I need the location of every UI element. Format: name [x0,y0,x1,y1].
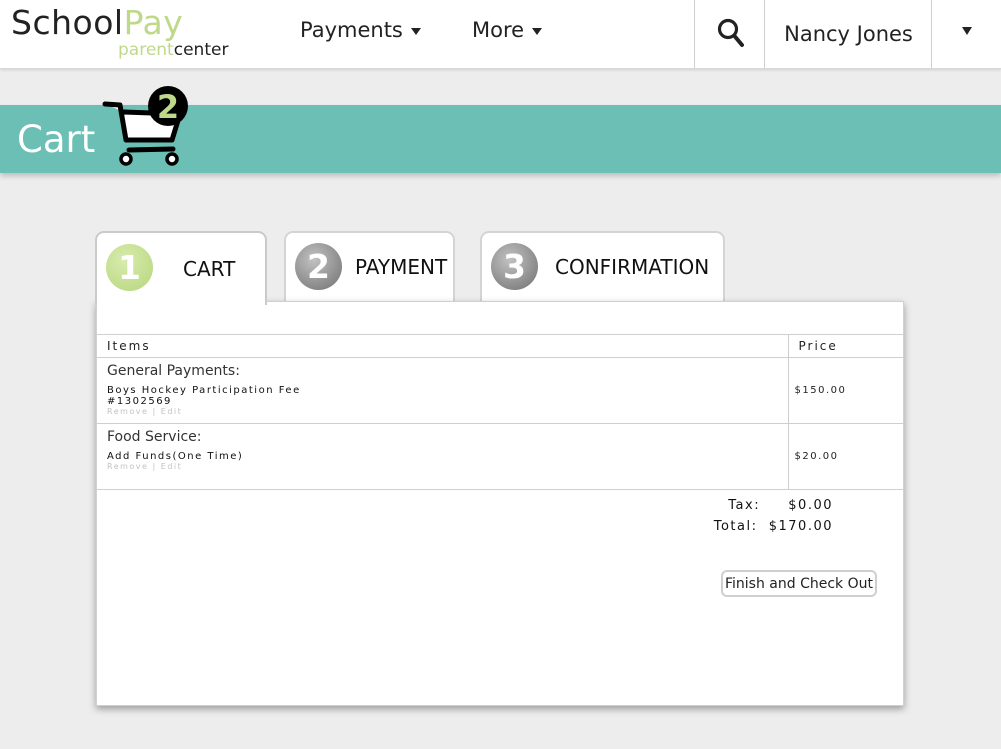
remove-link[interactable]: Remove [107,462,148,471]
link-separator: | [152,462,157,471]
item-description-text: Add Funds(One Time) [107,451,244,462]
tax-value: $0.00 [788,498,833,513]
total-line: Total: $170.00 [714,519,833,534]
tab-cart-label: CART [183,257,236,281]
user-name: Nancy Jones [784,22,913,46]
total-label: Total: [713,519,758,534]
tax-line: Tax: $0.00 [728,498,833,513]
item-reference-number: #1302569 [107,396,172,407]
remove-link[interactable]: Remove [107,407,148,416]
tab-confirmation-label: CONFIRMATION [555,255,710,279]
link-separator: | [152,407,157,416]
edit-link[interactable]: Edit [161,462,183,471]
item-cell: General Payments: Boys Hockey Participat… [97,357,789,424]
table-row: General Payments: Boys Hockey Participat… [97,357,903,424]
user-dropdown-button[interactable] [931,0,1001,68]
nav-more-menu[interactable]: More [472,18,543,42]
logo-subtitle: parentcenter [118,40,228,60]
logo-wordmark: SchoolPay [11,4,183,42]
step-number-badge: 3 [491,243,538,290]
schoolpay-logo[interactable]: SchoolPay parentcenter [11,4,228,61]
item-description: Add Funds(One Time) [107,451,778,462]
nav-payments-label: Payments [300,18,403,42]
tab-payment-label: PAYMENT [355,255,448,279]
nav-more-label: More [472,18,525,42]
user-account-button[interactable]: Nancy Jones [764,0,932,68]
logo-pay-text: Pay [123,3,184,42]
chevron-down-icon [410,27,421,35]
tab-payment[interactable]: 2 PAYMENT [284,231,455,301]
tax-label: Tax: [728,498,761,513]
search-button[interactable] [694,0,765,68]
logo-parent-text: parent [118,40,174,60]
tab-cart[interactable]: 1 CART [95,231,267,305]
cart-count-badge: 2 [157,88,179,126]
item-price: $20.00 [787,423,903,490]
step-number-badge: 2 [295,243,342,290]
table-row: Food Service: Add Funds(One Time) Remove… [97,423,903,490]
tab-confirmation[interactable]: 3 CONFIRMATION [480,231,725,301]
table-header-row: Items Price [97,334,903,358]
item-actions: Remove | Edit [107,462,778,472]
step-number-badge: 1 [106,244,153,291]
caret-down-icon [962,27,972,35]
page-banner: Cart 2 [0,86,1001,173]
logo-school-text: School [11,3,124,42]
cart-panel: Items Price General Payments: Boys Hocke… [96,301,904,706]
top-navigation-bar: SchoolPay parentcenter Payments More Nan… [0,0,1001,69]
items-column-header: Items [97,334,789,358]
search-icon [717,18,744,47]
item-actions: Remove | Edit [107,407,778,417]
nav-payments-menu[interactable]: Payments [300,18,421,42]
item-description: Boys Hockey Participation Fee #1302569 [107,385,778,407]
item-category: General Payments: [107,363,240,379]
item-cell: Food Service: Add Funds(One Time) Remove… [97,423,789,490]
cart-items-table: Items Price General Payments: Boys Hocke… [97,334,903,490]
logo-center-text: center [173,40,229,60]
shopping-cart-icon[interactable]: 2 [100,85,195,170]
page-title: Cart [17,118,96,161]
chevron-down-icon [532,27,543,35]
item-category: Food Service: [107,429,202,445]
finish-checkout-button[interactable]: Finish and Check Out [721,570,877,597]
item-price: $150.00 [787,357,903,424]
total-value: $170.00 [768,519,833,534]
price-column-header: Price [787,334,903,358]
item-description-text: Boys Hockey Participation Fee [107,385,301,396]
edit-link[interactable]: Edit [161,407,183,416]
